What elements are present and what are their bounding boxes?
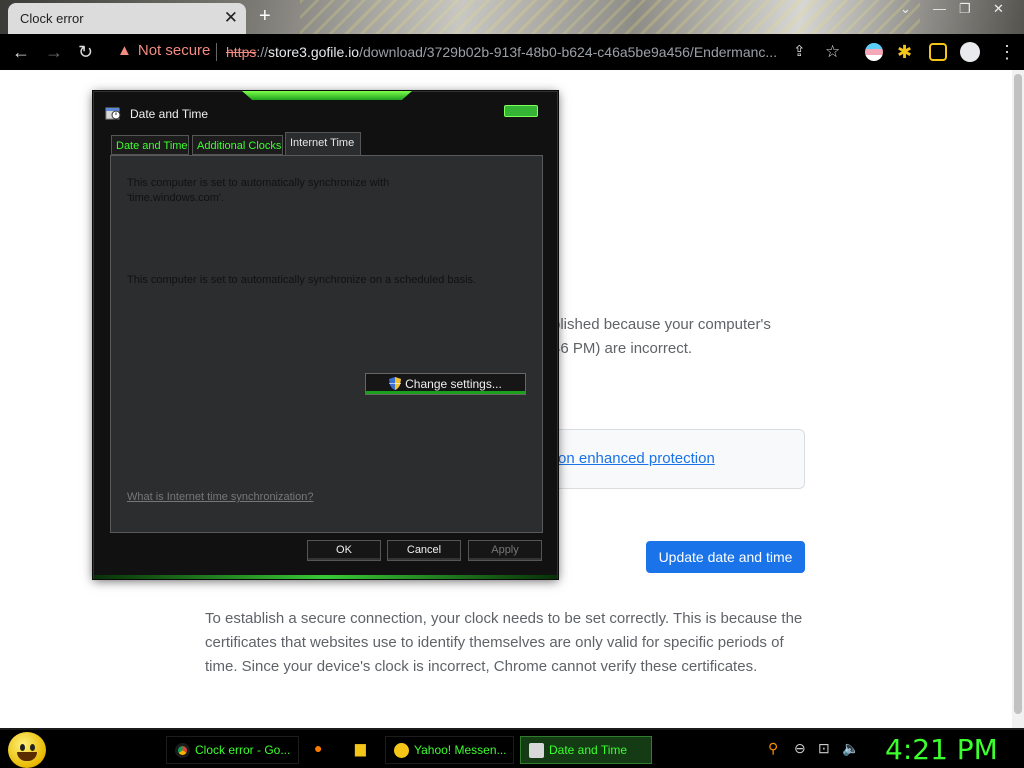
url-scheme: https xyxy=(226,44,257,60)
chrome-icon xyxy=(175,743,190,758)
internet-time-panel: This computer is set to automatically sy… xyxy=(110,155,543,533)
taskbar-item-label: Yahoo! Messen... xyxy=(414,743,507,757)
change-settings-label: Change settings... xyxy=(405,377,502,391)
network-icon[interactable]: ⊡ xyxy=(818,740,830,757)
cancel-button[interactable]: Cancel xyxy=(387,540,461,561)
url-path: /download/3729b02b-913f-48b0-b624-c46a5b… xyxy=(359,44,778,60)
avatar[interactable] xyxy=(960,42,980,62)
tab-date-and-time[interactable]: Date and Time xyxy=(111,135,189,155)
tab-additional-clocks[interactable]: Additional Clocks xyxy=(192,135,283,155)
file-explorer-icon[interactable]: ▆ xyxy=(355,740,366,757)
error-message-line-1: blished because your computer's xyxy=(552,316,771,333)
status-icon[interactable]: ⊖ xyxy=(794,740,806,757)
scrollbar-thumb[interactable] xyxy=(1014,74,1022,714)
taskbar: Clock error - Go... ● ▆ Yahoo! Messen...… xyxy=(0,728,1024,768)
page-scrollbar[interactable] xyxy=(1012,70,1024,728)
browser-tab[interactable]: Clock error ✕ xyxy=(8,3,246,34)
menu-dots-icon[interactable]: ⋮ xyxy=(998,42,1016,63)
start-button-smiley-icon[interactable] xyxy=(8,732,46,768)
chevron-down-icon[interactable]: ⌄ xyxy=(900,1,911,17)
clock-error-explanation: To establish a secure connection, your c… xyxy=(205,610,803,675)
taskbar-clock[interactable]: 4:21 PM xyxy=(885,733,998,766)
internet-time-help-link[interactable]: What is Internet time synchronization? xyxy=(127,491,313,503)
sync-schedule-text: This computer is set to automatically sy… xyxy=(127,274,477,286)
sync-server-text-line-1: This computer is set to automatically sy… xyxy=(127,177,390,189)
taskbar-item-label: Date and Time xyxy=(549,743,628,757)
dialog-glow-bottom xyxy=(94,575,557,579)
wallpaper-decoration xyxy=(300,0,920,34)
enhanced-protection-box: on enhanced protection xyxy=(548,429,805,489)
volume-icon[interactable]: 🔈 xyxy=(842,740,859,757)
forward-icon[interactable]: → xyxy=(45,42,63,63)
back-icon[interactable]: ← xyxy=(12,42,30,63)
uac-shield-icon xyxy=(389,377,402,390)
title-glow-decoration xyxy=(242,91,412,100)
dialog-close-button[interactable] xyxy=(504,105,538,117)
new-tab-button[interactable]: + xyxy=(259,5,271,28)
taskbar-item-chrome[interactable]: Clock error - Go... xyxy=(166,736,299,764)
security-indicator[interactable]: ▲ Not secure xyxy=(117,42,210,59)
enhanced-protection-link[interactable]: on enhanced protection xyxy=(558,450,715,467)
share-icon[interactable]: ⇪ xyxy=(793,42,806,60)
apply-button[interactable]: Apply xyxy=(468,540,542,561)
browser-toolbar: ← → ↻ ▲ Not secure https://store3.gofile.… xyxy=(0,34,1024,70)
reload-icon[interactable]: ↻ xyxy=(78,42,93,63)
change-settings-button[interactable]: Change settings... xyxy=(365,373,526,395)
firefox-icon[interactable]: ● xyxy=(314,740,322,756)
search-icon[interactable]: ⚲ xyxy=(768,740,778,757)
taskbar-item-yahoo-messenger[interactable]: Yahoo! Messen... xyxy=(385,736,514,764)
tab-close-icon[interactable]: ✕ xyxy=(224,8,238,28)
url-host: store3.gofile.io xyxy=(268,44,360,60)
dialog-title: Date and Time xyxy=(130,107,209,121)
ok-button[interactable]: OK xyxy=(307,540,381,561)
tab-title: Clock error xyxy=(20,11,84,26)
date-time-dialog: Date and Time Date and Time Additional C… xyxy=(93,91,558,579)
minimize-icon[interactable]: — xyxy=(933,1,946,16)
date-time-icon xyxy=(105,107,121,120)
url-separator: :// xyxy=(256,44,269,60)
date-time-taskbar-icon xyxy=(529,743,544,758)
browser-tab-strip: Clock error ✕ + ⌄ — ❐ ✕ xyxy=(0,0,1024,34)
taskbar-item-date-and-time[interactable]: Date and Time xyxy=(520,736,652,764)
extensions-puzzle-icon[interactable]: ✱ xyxy=(897,42,912,63)
bookmark-star-icon[interactable]: ☆ xyxy=(825,42,840,62)
yahoo-messenger-icon xyxy=(394,743,409,758)
sidebar-panel-icon[interactable] xyxy=(929,43,947,61)
error-message-line-2: 46 PM) are incorrect. xyxy=(552,340,693,357)
profile-flag-icon[interactable] xyxy=(865,43,883,61)
sync-server-text-line-2: 'time.windows.com'. xyxy=(127,192,225,204)
tab-internet-time[interactable]: Internet Time xyxy=(285,132,361,156)
taskbar-item-label: Clock error - Go... xyxy=(195,743,291,757)
security-label: Not secure xyxy=(137,42,211,59)
address-bar[interactable]: https://store3.gofile.io/download/3729b0… xyxy=(226,44,781,60)
warning-triangle-icon: ▲ xyxy=(117,42,132,59)
restore-icon[interactable]: ❐ xyxy=(959,1,971,17)
update-date-time-button[interactable]: Update date and time xyxy=(646,541,805,573)
window-close-icon[interactable]: ✕ xyxy=(993,1,1004,17)
omnibox-divider xyxy=(216,43,217,61)
